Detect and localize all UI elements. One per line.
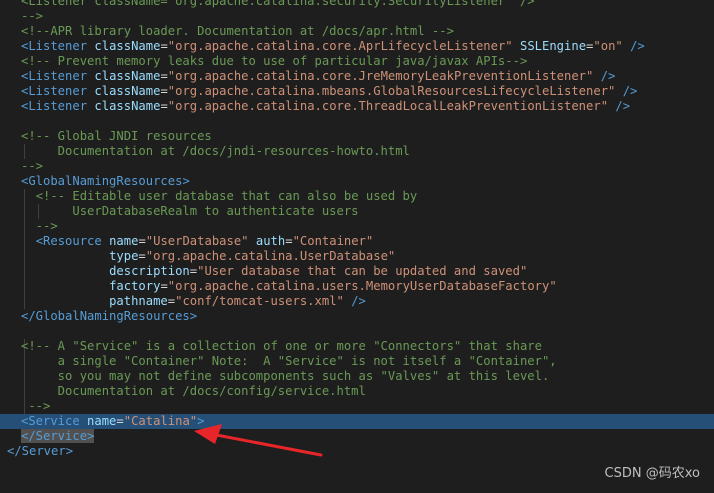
red-arrow-annotation [194,424,323,457]
watermark: CSDN @码农xo [604,466,700,481]
